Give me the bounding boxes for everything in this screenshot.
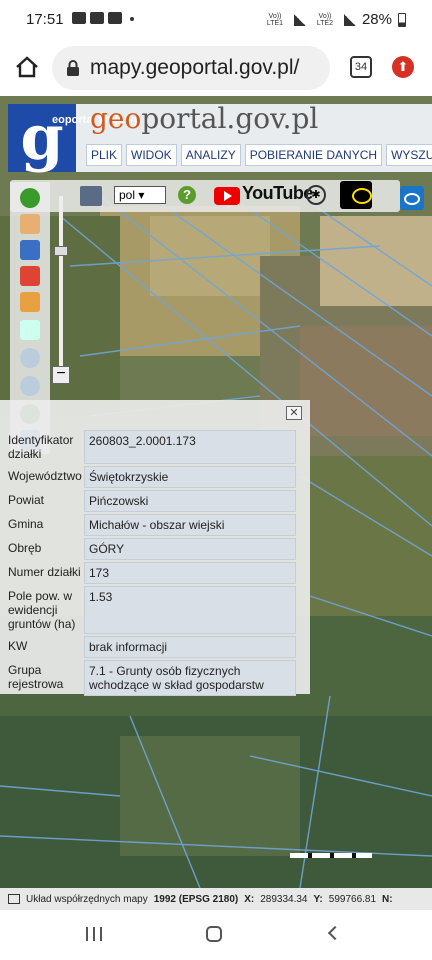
field-value: 173	[84, 562, 296, 584]
battery-icon	[398, 12, 406, 27]
xyh-icon[interactable]	[20, 320, 40, 340]
status-bar: 17:51 Vo)) LTE1 Vo)) LTE2 28%	[0, 0, 432, 40]
coord-system-value: 1992 (EPSG 2180)	[153, 893, 239, 905]
zoom-slider-knob[interactable]	[54, 246, 68, 256]
field-value: Pińczowski	[84, 490, 296, 512]
youtube-notif-icon-2	[108, 12, 122, 24]
pencil-icon[interactable]	[20, 292, 40, 312]
map-view[interactable]: g eoportal krajowy geoportal.gov.pl PLIK…	[0, 96, 432, 888]
view-icon[interactable]	[400, 186, 424, 210]
status-time: 17:51	[26, 11, 64, 28]
gallery-icon	[72, 12, 86, 24]
home-icon[interactable]	[14, 54, 40, 80]
coord-system-label: Układ współrzędnych mapy	[26, 893, 148, 905]
menu-pobieranie[interactable]: POBIERANIE DANYCH	[244, 144, 383, 166]
browser-toolbar: mapy.geoportal.gov.pl/ 34 ⬆	[0, 40, 432, 96]
coordinate-bar: Układ współrzędnych mapy 1992 (EPSG 2180…	[0, 888, 432, 910]
table-row: Gmina Michałów - obszar wiejski	[6, 514, 296, 536]
sim2-label: Vo)) LTE2	[316, 12, 334, 27]
table-row: Powiat Pińczowski	[6, 490, 296, 512]
signal1-icon	[293, 13, 306, 26]
field-value: Michałów - obszar wiejski	[84, 514, 296, 536]
window-icon[interactable]	[8, 894, 20, 904]
upload-icon[interactable]: ⬆	[392, 56, 414, 78]
field-label: Pole pow. w ewidencji gruntów (ha)	[8, 589, 76, 631]
x-label: X:	[244, 893, 255, 905]
youtube-notif-icon	[90, 12, 104, 24]
y-label: Y:	[313, 893, 323, 905]
scale-bar	[290, 853, 372, 858]
address-bar[interactable]: mapy.geoportal.gov.pl/	[52, 46, 330, 90]
field-label: Powiat	[8, 493, 45, 507]
more-notifications-icon	[130, 17, 134, 21]
youtube-label[interactable]: YouTube	[242, 183, 313, 204]
table-row: Pole pow. w ewidencji gruntów (ha) 1.53	[6, 586, 296, 634]
language-value: pol	[119, 188, 136, 202]
language-select[interactable]: pol ▾	[114, 186, 166, 204]
field-label: Identyfikator działki	[8, 433, 74, 461]
back-icon[interactable]	[327, 925, 343, 941]
field-label: Województwo	[8, 469, 82, 483]
select-remove-icon[interactable]	[20, 266, 40, 286]
brand-prefix: geo	[90, 102, 142, 135]
info-icon[interactable]	[20, 188, 40, 208]
url-text: mapy.geoportal.gov.pl/	[90, 56, 300, 79]
table-row: KW brak informacji	[6, 636, 296, 658]
field-label: Obręb	[8, 541, 42, 555]
field-label: KW	[8, 639, 28, 653]
select-icon[interactable]	[20, 240, 40, 260]
sim1-label: Vo)) LTE1	[266, 12, 284, 27]
field-label: Numer działki	[8, 565, 81, 579]
y-value: 599766.81	[328, 893, 377, 905]
battery-percent: 28%	[361, 11, 392, 28]
recent-apps-icon[interactable]	[86, 927, 102, 941]
zoom-slider[interactable]	[59, 196, 63, 368]
menu-wyszukiwanie[interactable]: WYSZUKIWAN	[386, 144, 432, 166]
table-row: Województwo Świętokrzyskie	[6, 466, 296, 488]
help-icon[interactable]: ?	[178, 186, 196, 204]
table-row: Grupa rejestrowa 7.1 - Grunty osób fizycz…	[6, 660, 296, 696]
field-value: 7.1 - Grunty osób fizycznych wchodzące w…	[84, 660, 296, 696]
youtube-icon[interactable]	[214, 187, 240, 205]
close-icon[interactable]: ✕	[286, 406, 302, 420]
n-label: N:	[382, 893, 393, 905]
table-row: Obręb GÓRY	[6, 538, 296, 560]
brand-title: geoportal.gov.pl	[90, 102, 318, 135]
tab-count-button[interactable]: 34	[350, 56, 372, 78]
signal2-icon	[343, 13, 356, 26]
pan-hand-icon[interactable]	[20, 214, 40, 234]
wms-icon[interactable]	[80, 186, 102, 206]
android-nav-bar	[0, 910, 432, 960]
menu-plik[interactable]: PLIK	[86, 144, 123, 166]
map-toolbar: pol ▾ ? YouTube ✱	[10, 180, 400, 212]
table-row: Identyfikator działki 260803_2.0001.173	[6, 430, 296, 464]
notification-icons	[72, 12, 134, 24]
field-label: Grupa rejestrowa	[8, 663, 64, 691]
field-value: brak informacji	[84, 636, 296, 658]
field-value: Świętokrzyskie	[84, 466, 296, 488]
menu-widok[interactable]: WIDOK	[126, 144, 177, 166]
main-menu: PLIK WIDOK ANALIZY POBIERANIE DANYCH WYS…	[86, 144, 432, 166]
field-value: GÓRY	[84, 538, 296, 560]
parcel-info-popup: ✕ Identyfikator działki 260803_2.0001.173…	[0, 400, 310, 696]
contrast-toggle-icon[interactable]	[340, 181, 372, 209]
accessibility-icon[interactable]: ✱	[306, 185, 326, 205]
zoom-in-icon[interactable]	[20, 348, 40, 368]
field-value: 1.53	[84, 586, 296, 634]
zoom-minus-button[interactable]: −	[52, 366, 70, 384]
table-row: Numer działki 173	[6, 562, 296, 584]
home-button-icon[interactable]	[206, 926, 222, 942]
x-value: 289334.34	[260, 893, 308, 905]
parcel-info-table: Identyfikator działki 260803_2.0001.173 W…	[6, 430, 296, 698]
zoom-out-icon[interactable]	[20, 376, 40, 396]
field-value: 260803_2.0001.173	[84, 430, 296, 464]
lock-icon	[67, 60, 79, 76]
brand-domain: portal.gov.pl	[141, 102, 319, 135]
menu-analizy[interactable]: ANALIZY	[180, 144, 241, 166]
field-label: Gmina	[8, 517, 44, 531]
